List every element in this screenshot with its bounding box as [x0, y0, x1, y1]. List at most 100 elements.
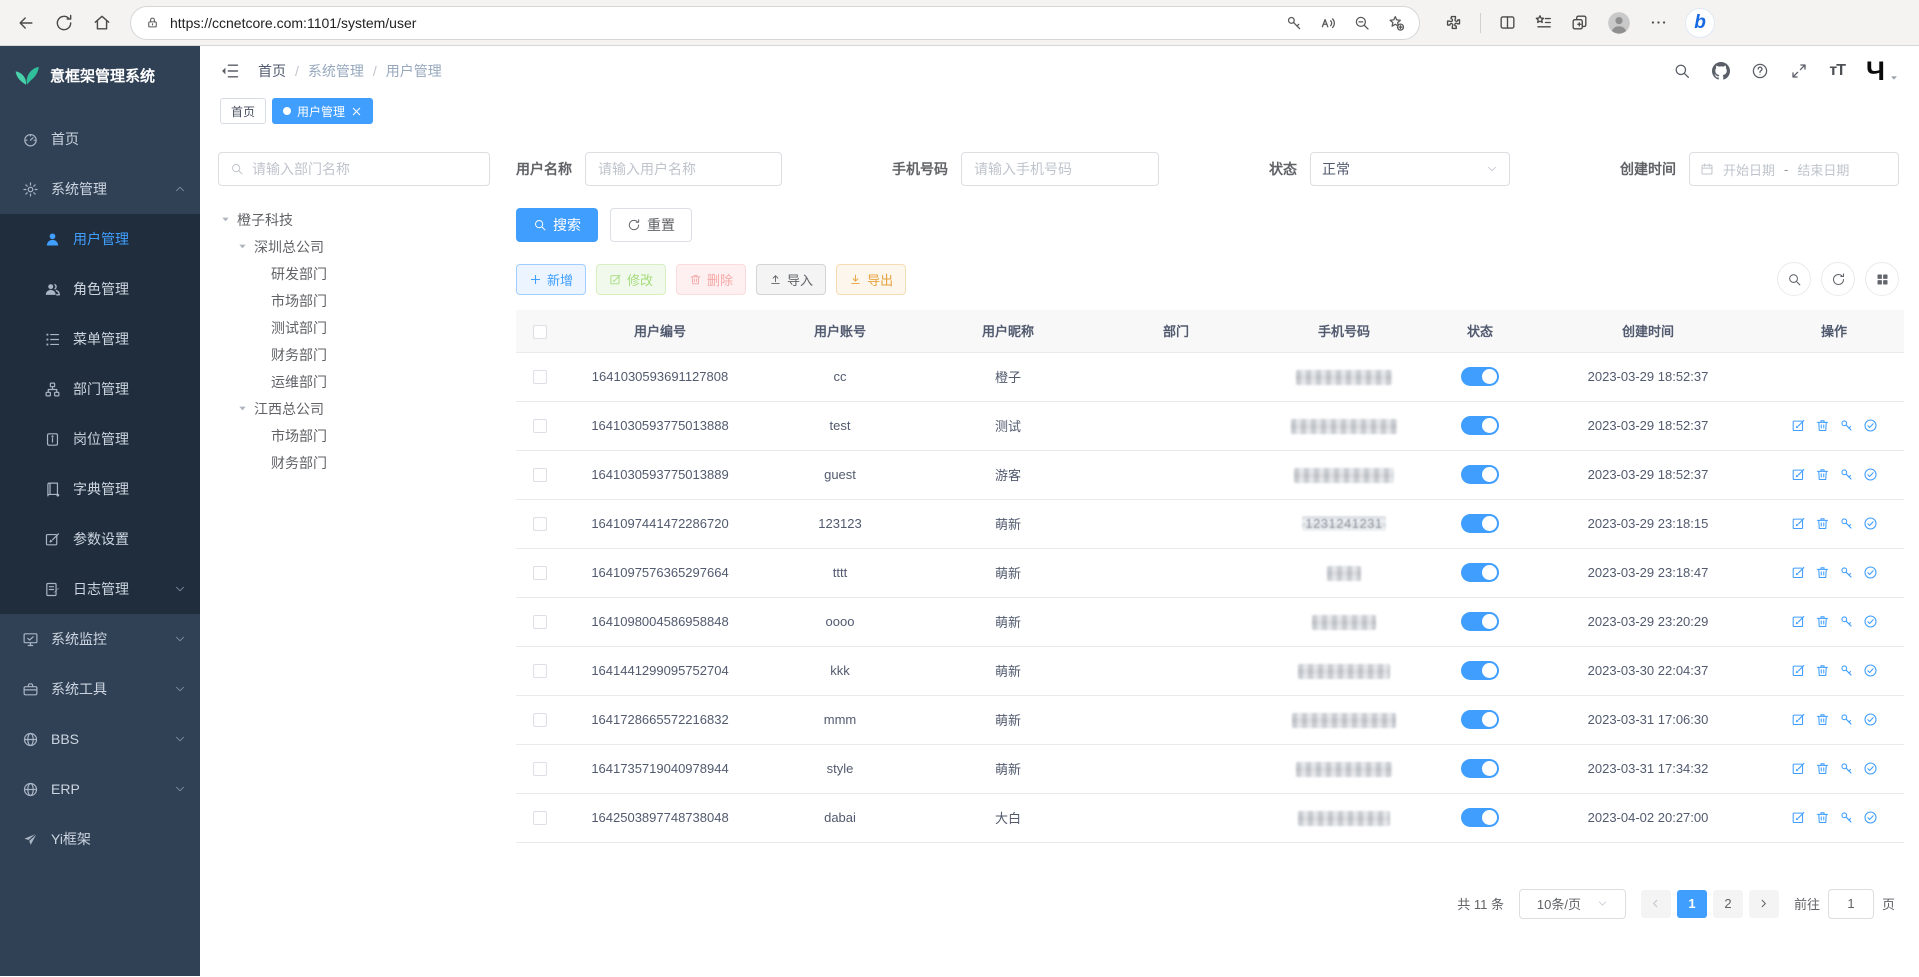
- reset-password-icon[interactable]: [1839, 467, 1854, 482]
- url-text[interactable]: https://ccnetcore.com:1101/system/user: [170, 15, 1275, 31]
- reset-password-icon[interactable]: [1839, 712, 1854, 727]
- add-button[interactable]: 新增: [516, 264, 586, 295]
- edit-row-icon[interactable]: [1791, 565, 1806, 580]
- assign-role-icon[interactable]: [1863, 565, 1878, 580]
- delete-row-icon[interactable]: [1815, 712, 1830, 727]
- row-checkbox[interactable]: [533, 811, 547, 825]
- select-all-checkbox[interactable]: [533, 325, 547, 339]
- collapse-menu-icon[interactable]: [220, 61, 240, 81]
- user-avatar-menu[interactable]: Ч: [1866, 58, 1899, 85]
- edit-button[interactable]: 修改: [596, 264, 666, 295]
- sidebar-item-BBS[interactable]: BBS: [0, 714, 200, 764]
- export-button[interactable]: 导出: [836, 264, 906, 295]
- status-toggle[interactable]: [1461, 465, 1499, 484]
- assign-role-icon[interactable]: [1863, 418, 1878, 433]
- tree-node-市场部门[interactable]: 市场部门: [218, 422, 490, 449]
- row-checkbox[interactable]: [533, 664, 547, 678]
- edit-row-icon[interactable]: [1791, 418, 1806, 433]
- zoom-out-icon[interactable]: [1353, 14, 1371, 32]
- collections-icon[interactable]: [1570, 13, 1589, 32]
- status-toggle[interactable]: [1461, 612, 1499, 631]
- sidebar-item-Yi框架[interactable]: Yi框架: [0, 814, 200, 864]
- row-checkbox[interactable]: [533, 517, 547, 531]
- search-button[interactable]: 搜索: [516, 208, 598, 242]
- department-search-input[interactable]: [252, 161, 478, 177]
- sidebar-item-岗位管理[interactable]: 岗位管理: [0, 414, 200, 464]
- refresh-table-button[interactable]: [1821, 262, 1855, 296]
- split-screen-icon[interactable]: [1498, 13, 1517, 32]
- copilot-icon[interactable]: b: [1685, 8, 1715, 38]
- department-search[interactable]: [218, 152, 490, 186]
- delete-row-icon[interactable]: [1815, 810, 1830, 825]
- delete-row-icon[interactable]: [1815, 761, 1830, 776]
- row-checkbox[interactable]: [533, 468, 547, 482]
- tree-node-江西总公司[interactable]: 江西总公司: [218, 395, 490, 422]
- row-checkbox[interactable]: [533, 762, 547, 776]
- refresh-icon[interactable]: [54, 13, 74, 33]
- row-checkbox[interactable]: [533, 566, 547, 580]
- read-aloud-icon[interactable]: [1319, 14, 1337, 32]
- more-menu-icon[interactable]: [1649, 13, 1668, 32]
- status-toggle[interactable]: [1461, 514, 1499, 533]
- delete-row-icon[interactable]: [1815, 418, 1830, 433]
- delete-row-icon[interactable]: [1815, 614, 1830, 629]
- github-icon[interactable]: [1712, 62, 1730, 80]
- font-size-icon[interactable]: тT: [1829, 62, 1845, 80]
- address-bar[interactable]: https://ccnetcore.com:1101/system/user: [130, 6, 1420, 40]
- status-toggle[interactable]: [1461, 808, 1499, 827]
- next-page-button[interactable]: [1749, 890, 1779, 918]
- tab-home[interactable]: 首页: [220, 98, 266, 124]
- column-settings-button[interactable]: [1865, 262, 1899, 296]
- edit-row-icon[interactable]: [1791, 663, 1806, 678]
- profile-avatar[interactable]: [1606, 10, 1632, 36]
- tree-node-深圳总公司[interactable]: 深圳总公司: [218, 233, 490, 260]
- sidebar-item-日志管理[interactable]: 日志管理: [0, 564, 200, 614]
- edit-row-icon[interactable]: [1791, 516, 1806, 531]
- breadcrumb-home[interactable]: 首页: [258, 61, 286, 81]
- tree-node-财务部门[interactable]: 财务部门: [218, 449, 490, 476]
- assign-role-icon[interactable]: [1863, 467, 1878, 482]
- sidebar-item-ERP[interactable]: ERP: [0, 764, 200, 814]
- status-toggle[interactable]: [1461, 563, 1499, 582]
- sidebar-item-部门管理[interactable]: 部门管理: [0, 364, 200, 414]
- status-toggle[interactable]: [1461, 367, 1499, 386]
- delete-button[interactable]: 删除: [676, 264, 746, 295]
- reset-password-icon[interactable]: [1839, 565, 1854, 580]
- assign-role-icon[interactable]: [1863, 761, 1878, 776]
- edit-row-icon[interactable]: [1791, 467, 1806, 482]
- favorite-star-icon[interactable]: [1387, 14, 1405, 32]
- reset-button[interactable]: 重置: [610, 208, 692, 242]
- tree-node-研发部门[interactable]: 研发部门: [218, 260, 490, 287]
- sidebar-item-菜单管理[interactable]: 菜单管理: [0, 314, 200, 364]
- delete-row-icon[interactable]: [1815, 565, 1830, 580]
- status-toggle[interactable]: [1461, 661, 1499, 680]
- reset-password-icon[interactable]: [1839, 516, 1854, 531]
- phone-input[interactable]: [961, 152, 1159, 186]
- app-logo[interactable]: 意框架管理系统: [0, 46, 200, 104]
- page-button-2[interactable]: 2: [1713, 890, 1743, 918]
- row-checkbox[interactable]: [533, 419, 547, 433]
- sidebar-item-首页[interactable]: 首页: [0, 114, 200, 164]
- edit-row-icon[interactable]: [1791, 712, 1806, 727]
- assign-role-icon[interactable]: [1863, 712, 1878, 727]
- username-input[interactable]: [585, 152, 782, 186]
- goto-page-input[interactable]: [1828, 889, 1874, 919]
- reset-password-icon[interactable]: [1839, 663, 1854, 678]
- date-range-picker[interactable]: 开始日期 - 结束日期: [1689, 152, 1899, 186]
- back-icon[interactable]: [16, 13, 36, 33]
- reset-password-icon[interactable]: [1839, 418, 1854, 433]
- delete-row-icon[interactable]: [1815, 516, 1830, 531]
- row-checkbox[interactable]: [533, 370, 547, 384]
- toggle-search-button[interactable]: [1777, 262, 1811, 296]
- status-toggle[interactable]: [1461, 416, 1499, 435]
- sidebar-item-参数设置[interactable]: 参数设置: [0, 514, 200, 564]
- sidebar-item-系统工具[interactable]: 系统工具: [0, 664, 200, 714]
- favorites-icon[interactable]: [1534, 13, 1553, 32]
- sidebar-item-系统监控[interactable]: 系统监控: [0, 614, 200, 664]
- status-toggle[interactable]: [1461, 710, 1499, 729]
- sidebar-item-字典管理[interactable]: 字典管理: [0, 464, 200, 514]
- password-key-icon[interactable]: [1285, 14, 1303, 32]
- assign-role-icon[interactable]: [1863, 663, 1878, 678]
- assign-role-icon[interactable]: [1863, 516, 1878, 531]
- reset-password-icon[interactable]: [1839, 761, 1854, 776]
